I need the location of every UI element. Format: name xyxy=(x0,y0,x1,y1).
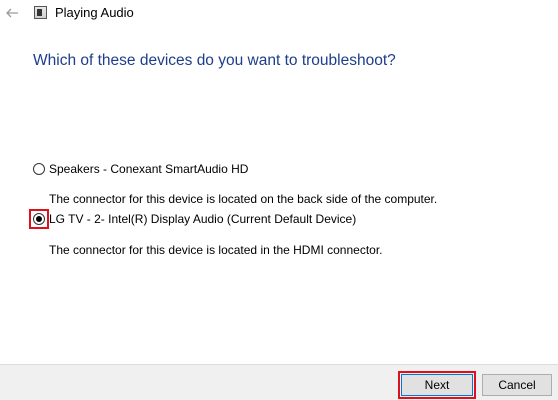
window-title: Playing Audio xyxy=(55,5,134,20)
radio-lg-tv-wrapper[interactable] xyxy=(29,209,49,229)
button-bar xyxy=(0,364,558,400)
device-option-speakers[interactable]: Speakers - Conexant SmartAudio HD xyxy=(30,160,248,178)
radio-button-lg-tv[interactable] xyxy=(33,213,45,225)
cancel-button[interactable]: Cancel xyxy=(482,374,552,396)
troubleshooter-window: Playing Audio Which of these devices do … xyxy=(0,0,558,400)
page-heading: Which of these devices do you want to tr… xyxy=(33,52,396,69)
radio-speakers-wrapper[interactable] xyxy=(30,160,48,178)
title-bar: Playing Audio xyxy=(0,0,558,28)
device-option-description: The connector for this device is located… xyxy=(49,243,383,257)
next-button[interactable]: Next xyxy=(398,371,476,399)
device-option-label[interactable]: LG TV - 2- Intel(R) Display Audio (Curre… xyxy=(49,212,356,226)
device-option-description: The connector for this device is located… xyxy=(49,192,438,206)
radio-button-speakers[interactable] xyxy=(33,163,45,175)
audio-troubleshooter-icon xyxy=(34,6,47,19)
device-option-lg-tv[interactable]: LG TV - 2- Intel(R) Display Audio (Curre… xyxy=(29,209,356,229)
back-arrow-icon[interactable] xyxy=(4,5,20,21)
device-option-label[interactable]: Speakers - Conexant SmartAudio HD xyxy=(49,162,248,176)
